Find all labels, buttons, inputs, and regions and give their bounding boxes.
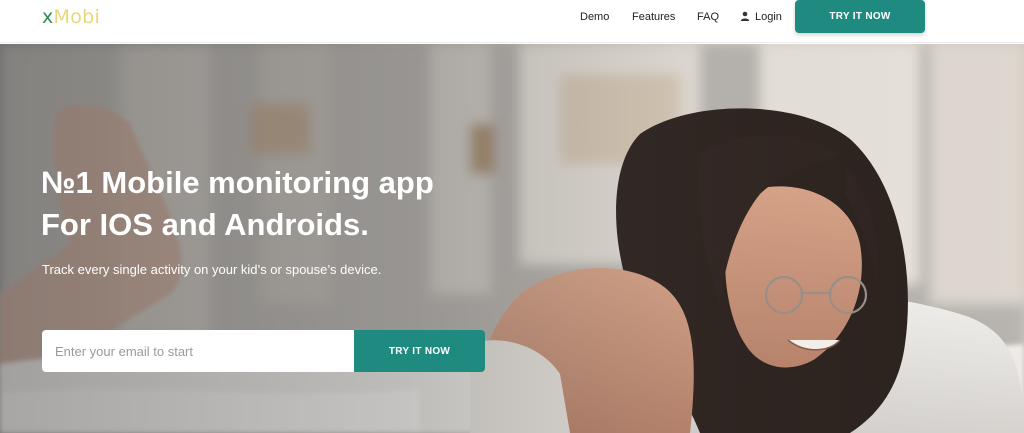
logo[interactable]: xMobi (42, 6, 100, 28)
hero-try-it-now-button[interactable]: TRY IT NOW (354, 330, 485, 372)
hero-title: №1 Mobile monitoring app For IOS and And… (41, 162, 501, 246)
header-try-it-now-button[interactable]: TRY IT NOW (795, 0, 925, 33)
logo-name: Mobi (53, 6, 101, 28)
site-header: xMobi Demo Features FAQ Login TRY IT NOW (0, 0, 1024, 43)
nav-login-link[interactable]: Login (740, 11, 782, 23)
nav-item-features: Features (632, 0, 675, 34)
login-label: Login (755, 11, 782, 23)
hero-title-line-1: №1 Mobile monitoring app (41, 165, 434, 200)
nav-demo-link[interactable]: Demo (580, 11, 609, 23)
nav-features-link[interactable]: Features (632, 11, 675, 23)
nav-item-login: Login (740, 0, 782, 34)
hero-subtitle: Track every single activity on your kid’… (42, 262, 382, 277)
logo-prefix: x (42, 6, 54, 28)
email-input[interactable] (42, 330, 354, 372)
hero-section: №1 Mobile monitoring app For IOS and And… (0, 44, 1024, 433)
nav-faq-link[interactable]: FAQ (697, 11, 719, 23)
user-icon (740, 11, 750, 21)
email-signup-form: TRY IT NOW (42, 330, 485, 372)
nav-item-faq: FAQ (697, 0, 719, 34)
hero-title-line-2: For IOS and Androids. (41, 207, 369, 242)
nav-item-demo: Demo (580, 0, 609, 34)
